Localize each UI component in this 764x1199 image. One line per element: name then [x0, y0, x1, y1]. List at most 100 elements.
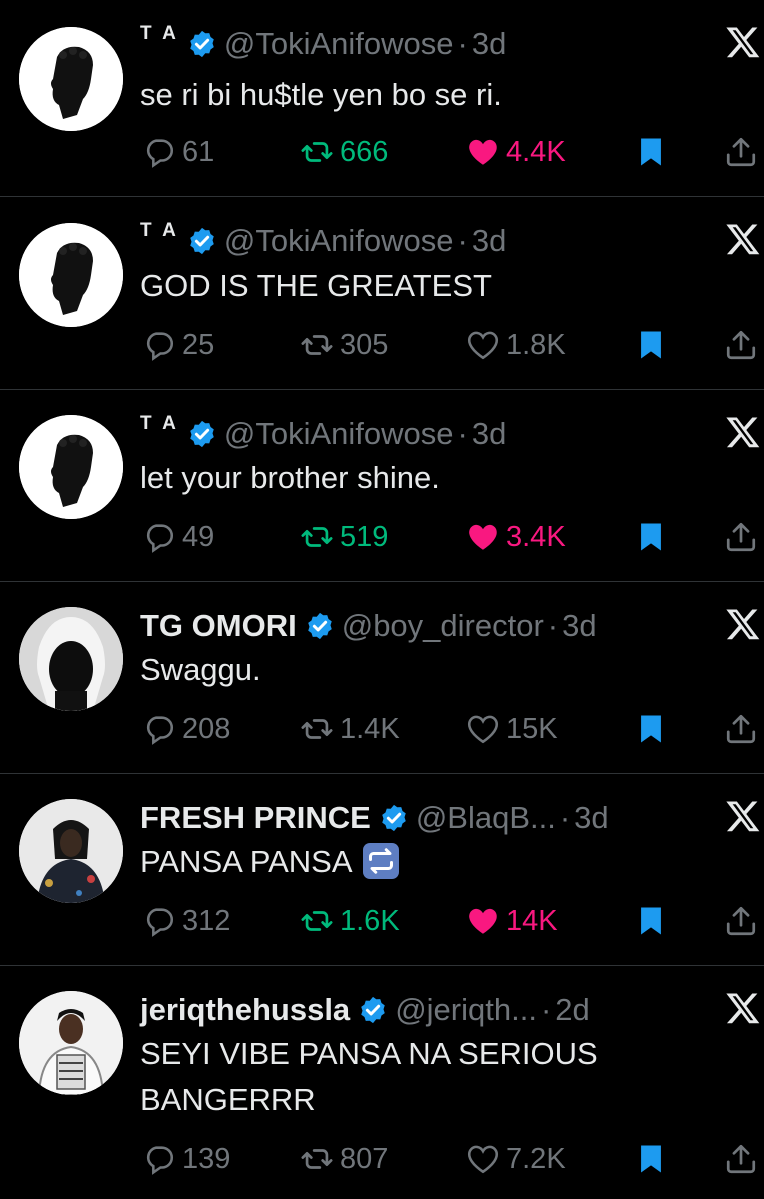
user-handle[interactable]: @TokiAnifowose [224, 416, 454, 452]
reply-icon [146, 332, 174, 361]
share-button[interactable] [724, 708, 764, 750]
tweet-header: T A @TokiAnifowose · 3d [140, 22, 506, 66]
tweet[interactable]: jeriqthehussla @jeriqth... · 2d SEYI VIB… [0, 965, 764, 1199]
reply-count: 139 [182, 1142, 231, 1175]
display-name[interactable]: T A [140, 23, 179, 45]
avatar[interactable] [19, 991, 123, 1095]
avatar[interactable] [19, 223, 123, 327]
bookmark-button[interactable] [634, 131, 674, 173]
timestamp[interactable]: 3d [472, 223, 506, 259]
reply-button[interactable]: 61 [142, 131, 214, 173]
tweet-text-line: se ri bi hu$tle yen bo se ri. [140, 77, 502, 112]
tweet-text-line: BANGERRR [140, 1082, 316, 1117]
repeat-button-emoji [362, 842, 399, 879]
tweet-header: FRESH PRINCE @BlaqB... · 3d [140, 796, 609, 840]
user-handle[interactable]: @BlaqB... [416, 800, 556, 836]
retweet-icon [301, 911, 333, 931]
retweet-button[interactable]: 807 [300, 1138, 388, 1180]
like-button[interactable]: 1.8K [466, 324, 566, 366]
tweet-text-content: PANSA PANSA [140, 844, 353, 879]
bookmark-button[interactable] [634, 900, 674, 942]
retweet-icon [301, 719, 333, 739]
like-button[interactable]: 4.4K [466, 131, 566, 173]
tweet[interactable]: TG OMORI @boy_director · 3d Swaggu. 208 … [0, 581, 764, 773]
avatar[interactable] [19, 607, 123, 711]
reply-count: 61 [182, 135, 215, 168]
display-name[interactable]: T A [140, 220, 179, 242]
user-handle[interactable]: @TokiAnifowose [224, 223, 454, 259]
share-button[interactable] [724, 900, 764, 942]
reply-icon [146, 1146, 174, 1175]
tweet-actions: 25 305 1.8K [140, 324, 764, 366]
avatar[interactable] [19, 415, 123, 519]
retweet-button[interactable]: 305 [300, 324, 388, 366]
bookmark-icon [641, 1145, 661, 1173]
user-handle[interactable]: @boy_director [342, 608, 544, 644]
retweet-icon [301, 527, 333, 547]
verified-badge-icon [187, 29, 217, 59]
reply-icon [146, 908, 174, 937]
tweet[interactable]: FRESH PRINCE @BlaqB... · 3d PANSA PANSA … [0, 773, 764, 965]
heart-icon [469, 524, 497, 550]
tweet[interactable]: T A @TokiAnifowose · 3d let your brother… [0, 389, 764, 581]
verified-badge-icon [358, 995, 388, 1025]
timestamp[interactable]: 3d [562, 608, 596, 644]
like-count: 3.4K [506, 520, 566, 553]
display-name[interactable]: TG OMORI [140, 608, 297, 644]
retweet-button[interactable]: 519 [300, 516, 388, 558]
reply-count: 208 [182, 712, 231, 745]
timestamp[interactable]: 2d [555, 992, 589, 1028]
share-icon [726, 522, 756, 552]
tweet-text-line: SEYI VIBE PANSA NA SERIOUS [140, 1036, 598, 1071]
heart-icon [469, 908, 497, 934]
tweet-actions: 61 666 4.4K [140, 131, 764, 173]
tweet-text: PANSA PANSA [140, 839, 399, 885]
verified-badge-icon [379, 803, 409, 833]
like-button[interactable]: 3.4K [466, 516, 566, 558]
share-icon [726, 714, 756, 744]
display-name[interactable]: jeriqthehussla [140, 992, 350, 1028]
share-button[interactable] [724, 131, 764, 173]
verified-badge-icon [187, 226, 217, 256]
reply-button[interactable]: 312 [142, 900, 230, 942]
timestamp[interactable]: 3d [472, 416, 506, 452]
retweet-count: 1.6K [340, 904, 400, 937]
reply-button[interactable]: 139 [142, 1138, 230, 1180]
share-icon [726, 906, 756, 936]
tweet[interactable]: T A @TokiAnifowose · 3d se ri bi hu$tle … [0, 0, 764, 196]
avatar[interactable] [19, 27, 123, 131]
retweet-button[interactable]: 1.4K [300, 708, 400, 750]
share-button[interactable] [724, 324, 764, 366]
retweet-button[interactable]: 666 [300, 131, 388, 173]
bookmark-button[interactable] [634, 1138, 674, 1180]
display-name[interactable]: FRESH PRINCE [140, 800, 371, 836]
reply-button[interactable]: 25 [142, 324, 214, 366]
timestamp[interactable]: 3d [574, 800, 608, 836]
like-button[interactable]: 14K [466, 900, 558, 942]
timestamp[interactable]: 3d [472, 26, 506, 62]
display-name[interactable]: T A [140, 413, 179, 435]
separator-dot: · [547, 608, 559, 643]
share-button[interactable] [724, 516, 764, 558]
retweet-count: 1.4K [340, 712, 400, 745]
heart-icon [469, 139, 497, 165]
bookmark-button[interactable] [634, 324, 674, 366]
bookmark-icon [641, 715, 661, 743]
like-button[interactable]: 7.2K [466, 1138, 566, 1180]
bookmark-button[interactable] [634, 516, 674, 558]
reply-button[interactable]: 49 [142, 516, 214, 558]
bookmark-button[interactable] [634, 708, 674, 750]
user-handle[interactable]: @jeriqth... [395, 992, 537, 1028]
user-handle[interactable]: @TokiAnifowose [224, 26, 454, 62]
separator-dot: · [540, 992, 552, 1027]
tweet[interactable]: T A @TokiAnifowose · 3d GOD IS THE GREAT… [0, 196, 764, 389]
avatar[interactable] [19, 799, 123, 903]
like-count: 14K [506, 904, 558, 937]
heart-icon [467, 1145, 499, 1174]
like-button[interactable]: 15K [466, 708, 558, 750]
share-button[interactable] [724, 1138, 764, 1180]
reply-button[interactable]: 208 [142, 708, 230, 750]
retweet-icon [301, 335, 333, 355]
retweet-button[interactable]: 1.6K [300, 900, 400, 942]
x-logo-icon [725, 798, 761, 834]
